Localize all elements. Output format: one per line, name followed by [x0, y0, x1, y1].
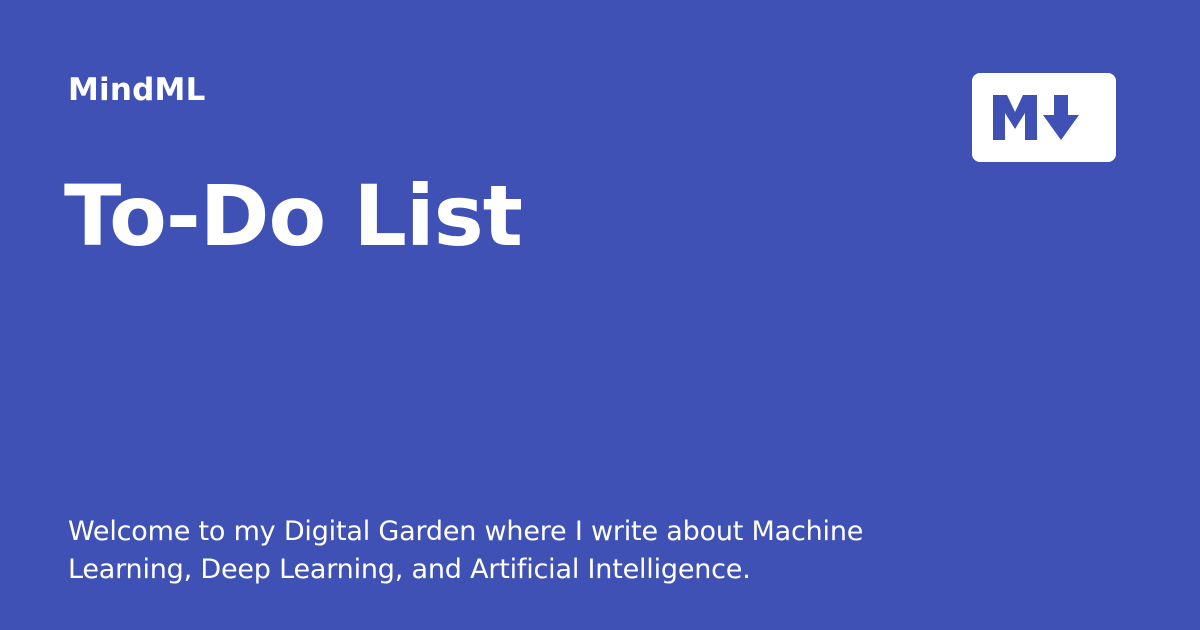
markdown-badge — [972, 73, 1116, 162]
page-title: To-Do List — [64, 167, 523, 265]
site-description: Welcome to my Digital Garden where I wri… — [68, 516, 864, 585]
markdown-icon — [993, 95, 1079, 140]
site-name: MindML — [68, 72, 206, 108]
